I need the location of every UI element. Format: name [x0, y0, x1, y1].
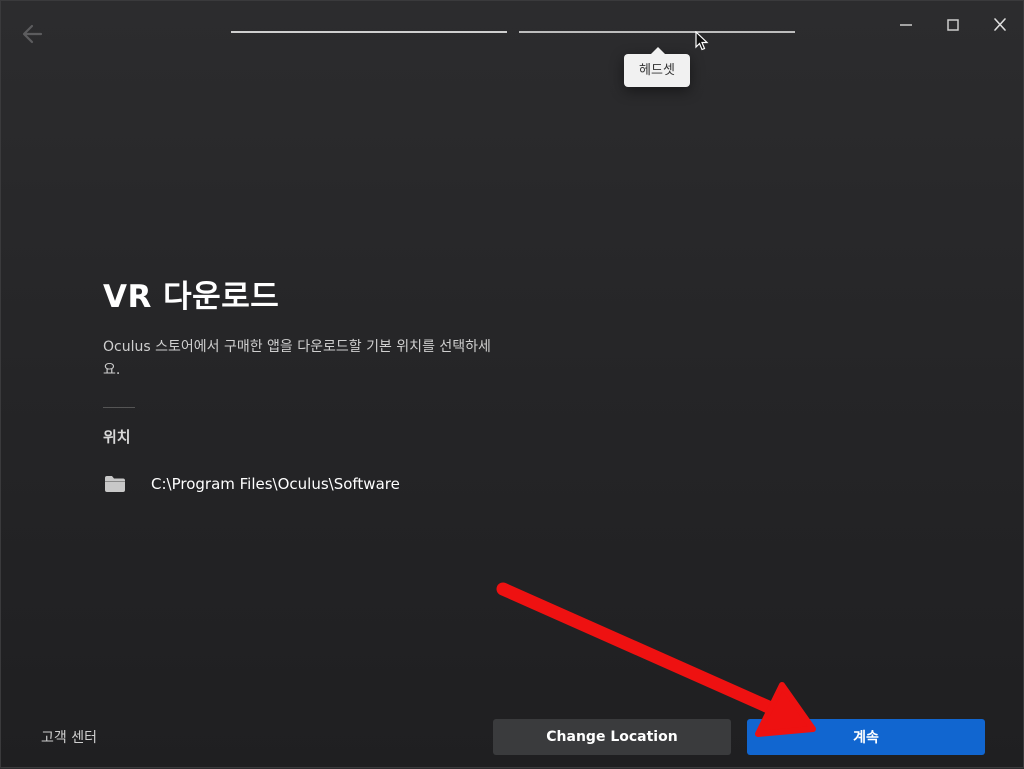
customer-support-link[interactable]: 고객 센터 — [41, 727, 97, 747]
arrow-left-icon — [22, 24, 43, 44]
continue-button[interactable]: 계속 — [747, 719, 985, 755]
annotation-arrow — [496, 582, 816, 737]
back-button[interactable] — [19, 21, 47, 47]
location-label: 위치 — [103, 428, 131, 446]
maximize-icon — [947, 19, 959, 31]
installer-window: 헤드셋 VR 다운로드 Oculus 스토어에서 구매한 앱을 다운로드할 기본… — [0, 0, 1024, 768]
progress-step-1[interactable] — [231, 31, 507, 33]
location-path: C:\Program Files\Oculus\Software — [151, 475, 400, 493]
minimize-button[interactable] — [891, 11, 921, 39]
minimize-icon — [900, 24, 912, 26]
step-tooltip: 헤드셋 — [624, 47, 690, 87]
page-description: Oculus 스토어에서 구매한 앱을 다운로드할 기본 위치를 선택하세요. — [103, 339, 491, 378]
maximize-button[interactable] — [938, 11, 968, 39]
divider — [103, 407, 135, 408]
page-title: VR 다운로드 — [103, 279, 280, 315]
change-location-button[interactable]: Change Location — [493, 719, 731, 755]
close-icon — [994, 18, 1006, 31]
folder-icon — [105, 476, 125, 492]
mouse-cursor-icon — [695, 31, 709, 51]
progress-step-2[interactable] — [519, 31, 795, 33]
close-button[interactable] — [985, 11, 1015, 39]
